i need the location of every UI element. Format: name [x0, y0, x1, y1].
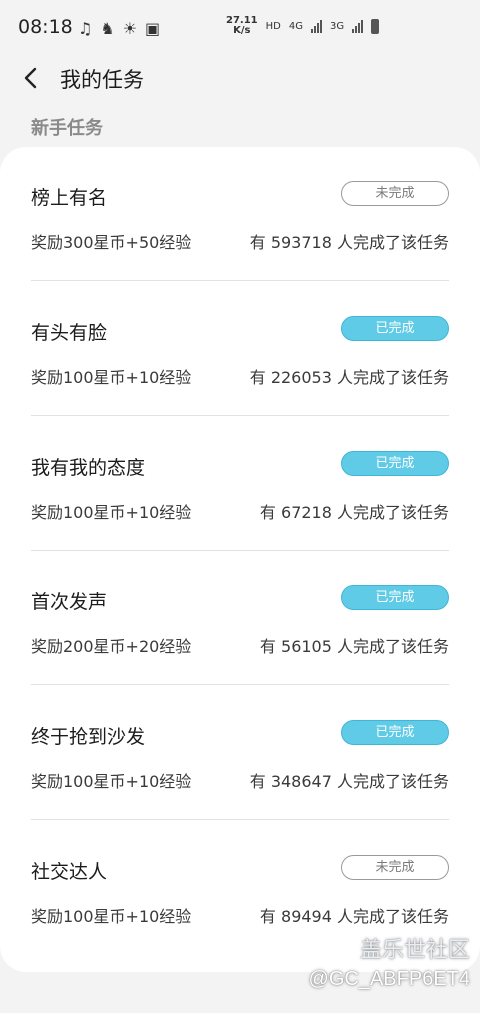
task-status-button[interactable]: 未完成 — [341, 855, 449, 880]
watermark-community: 盖乐世社区 — [359, 937, 470, 962]
task-reward: 奖励100星币+10经验 — [31, 772, 192, 791]
task-name: 社交达人 — [31, 861, 108, 883]
battery-icon — [371, 18, 380, 34]
task-reward: 奖励100星币+10经验 — [31, 368, 192, 387]
task-item: 有头有脸 已完成 奖励100星币+10经验 有 226053 人完成了该任务 — [31, 282, 449, 416]
task-completion-count: 有 56105 人完成了该任务 — [259, 637, 449, 656]
task-list-card: 榜上有名 未完成 奖励300星币+50经验 有 593718 人完成了该任务 有… — [0, 147, 480, 972]
divider — [31, 415, 449, 416]
task-item: 我有我的态度 已完成 奖励100星币+10经验 有 67218 人完成了该任务 — [31, 417, 449, 551]
task-completion-count: 有 67218 人完成了该任务 — [259, 503, 449, 522]
task-name: 有头有脸 — [31, 322, 108, 344]
task-reward: 奖励300星币+50经验 — [31, 233, 192, 252]
task-item: 终于抢到沙发 已完成 奖励100星币+10经验 有 348647 人完成了该任务 — [31, 686, 449, 820]
hd-icon: HD — [265, 20, 281, 32]
task-completion-count: 有 348647 人完成了该任务 — [249, 772, 449, 791]
task-name: 终于抢到沙发 — [31, 726, 146, 748]
task-name: 首次发声 — [31, 591, 108, 613]
task-reward: 奖励100星币+10经验 — [31, 503, 192, 522]
task-completion-count: 有 89494 人完成了该任务 — [259, 907, 449, 926]
music-icon: ♫ — [78, 19, 93, 38]
notification-icons: ♫ ♞ ☀ ▣ — [78, 19, 160, 38]
app-notification-icon: ♞ — [100, 19, 115, 38]
page-title: 我的任务 — [60, 68, 144, 92]
task-name: 榜上有名 — [31, 187, 108, 209]
task-status-button[interactable]: 已完成 — [341, 585, 449, 610]
task-item: 首次发声 已完成 奖励200星币+20经验 有 56105 人完成了该任务 — [31, 551, 449, 685]
network-type-4g: 4G — [288, 20, 303, 32]
task-status-button[interactable]: 未完成 — [341, 181, 449, 206]
section-title: 新手任务 — [31, 118, 103, 139]
task-completion-count: 有 593718 人完成了该任务 — [249, 233, 449, 252]
watermark-user: @GC_ABFP6ET4 — [308, 968, 470, 990]
status-time: 08:18 — [18, 16, 73, 38]
signal-icon-2 — [352, 19, 364, 33]
divider — [31, 819, 449, 820]
divider — [31, 280, 449, 281]
weather-icon: ☀ — [122, 19, 138, 38]
task-status-button[interactable]: 已完成 — [341, 720, 449, 745]
image-icon: ▣ — [145, 19, 161, 38]
network-type-3g: 3G — [330, 20, 345, 32]
task-status-button[interactable]: 已完成 — [341, 316, 449, 341]
task-status-button[interactable]: 已完成 — [341, 451, 449, 476]
task-name: 我有我的态度 — [31, 457, 146, 479]
signal-icon — [311, 19, 322, 33]
task-item: 榜上有名 未完成 奖励300星币+50经验 有 593718 人完成了该任务 — [31, 147, 449, 281]
back-arrow-icon[interactable] — [18, 63, 48, 93]
task-completion-count: 有 226053 人完成了该任务 — [249, 368, 449, 387]
task-reward: 奖励100星币+10经验 — [31, 907, 192, 926]
network-speed: 27.11 K/s — [226, 15, 258, 36]
divider — [31, 684, 449, 685]
task-reward: 奖励200星币+20经验 — [31, 637, 192, 656]
system-status: 27.11 K/s HD 4G 3G — [226, 15, 380, 36]
app-header: 我的任务 — [0, 58, 480, 98]
status-bar: 08:18 ♫ ♞ ☀ ▣ 27.11 K/s HD 4G 3G — [0, 0, 480, 58]
